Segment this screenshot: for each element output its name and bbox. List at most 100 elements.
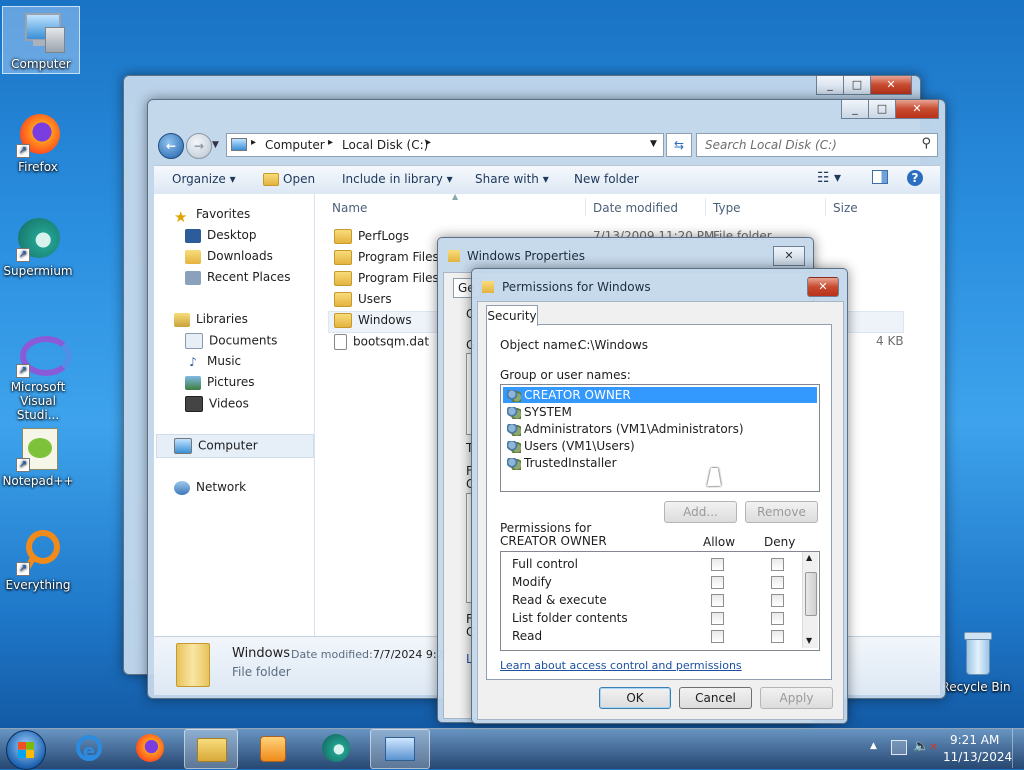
file-row[interactable]: PerfLogs <box>334 229 409 244</box>
close-button[interactable]: ✕ <box>870 76 912 95</box>
folder-icon <box>334 250 352 265</box>
column-separator <box>585 198 586 216</box>
apply-button[interactable]: Apply <box>760 687 833 709</box>
refresh-button[interactable]: ⇆ <box>666 133 692 157</box>
file-row[interactable]: Program Files <box>334 250 439 265</box>
column-header-date[interactable]: Date modified <box>593 201 678 215</box>
show-desktop-button[interactable] <box>1012 729 1024 768</box>
scroll-down-icon[interactable]: ▼ <box>806 636 812 645</box>
maximize-button[interactable]: □ <box>843 76 871 95</box>
desktop-icon-visual-studio[interactable]: ↗ Microsoft Visual Studi... <box>0 330 76 422</box>
new-folder-button[interactable]: New folder <box>574 172 639 186</box>
address-bar[interactable]: ▸ Computer ▸ Local Disk (C:) ▸ ▼ <box>226 133 664 157</box>
start-button[interactable] <box>6 730 46 770</box>
clock-time[interactable]: 9:21 AM <box>950 733 999 747</box>
tray-expand-icon[interactable]: ▲ <box>870 741 877 751</box>
breadcrumb-computer[interactable]: Computer <box>265 138 325 152</box>
nav-computer[interactable]: Computer <box>174 438 258 454</box>
address-dropdown-icon[interactable]: ▼ <box>650 139 657 149</box>
desktop-icon-supermium[interactable]: ↗ Supermium <box>0 214 76 278</box>
clock-date[interactable]: 11/13/2024 <box>943 750 1012 764</box>
permissions-scrollbar[interactable]: ▲ ▼ <box>802 552 818 648</box>
user-item[interactable]: Users (VM1\Users) <box>507 438 635 454</box>
nav-favorites[interactable]: ★ Favorites <box>174 207 250 226</box>
scroll-thumb[interactable] <box>805 572 817 616</box>
search-input[interactable]: Search Local Disk (C:) <box>705 138 837 152</box>
desktop-icon-label: Computer <box>11 57 71 71</box>
properties-close-button[interactable]: ✕ <box>773 246 805 266</box>
desktop-icon-recycle-bin[interactable]: Recycle Bin <box>938 630 1014 694</box>
desktop-icon-firefox[interactable]: ↗ Firefox <box>0 110 76 174</box>
minimize-button[interactable]: _ <box>841 100 869 119</box>
taskbar-ie[interactable]: e <box>64 729 116 767</box>
network-tray-icon[interactable] <box>891 740 907 755</box>
taskbar-control-panel[interactable] <box>370 729 430 769</box>
deny-checkbox[interactable] <box>771 576 784 589</box>
details-folder-icon <box>176 643 210 687</box>
share-with-button[interactable]: Share with ▾ <box>475 172 549 186</box>
organize-button[interactable]: Organize ▾ <box>172 172 236 186</box>
deny-checkbox[interactable] <box>771 558 784 571</box>
security-tab[interactable]: Security <box>486 305 538 326</box>
file-row-selected[interactable]: Windows <box>334 313 412 328</box>
nav-network[interactable]: Network <box>174 480 246 495</box>
learn-more-link[interactable]: Learn about access control and permissio… <box>500 659 742 672</box>
maximize-button[interactable]: □ <box>868 100 896 119</box>
nav-documents[interactable]: Documents <box>185 333 277 349</box>
user-item[interactable]: SYSTEM <box>507 404 572 420</box>
desktop-icon-notepadpp[interactable]: ↗ Notepad++ <box>0 424 76 488</box>
forward-button[interactable]: → <box>186 133 212 159</box>
cancel-button[interactable]: Cancel <box>679 687 752 709</box>
user-item[interactable]: Administrators (VM1\Administrators) <box>507 421 744 437</box>
taskbar-explorer[interactable] <box>184 729 238 769</box>
ok-button[interactable]: OK <box>599 687 671 709</box>
close-button[interactable]: ✕ <box>895 100 939 119</box>
desktop-icon-everything[interactable]: ↗ Everything <box>0 528 76 592</box>
add-button[interactable]: Add... <box>664 501 737 523</box>
minimize-button[interactable]: _ <box>816 76 844 95</box>
nav-videos[interactable]: Videos <box>185 396 249 412</box>
allow-checkbox[interactable] <box>711 594 724 607</box>
view-options-icon[interactable]: ☷ ▾ <box>817 170 841 186</box>
nav-downloads[interactable]: Downloads <box>185 249 273 264</box>
user-item-selected[interactable]: CREATOR OWNER <box>507 387 631 403</box>
nav-libraries[interactable]: Libraries <box>174 312 248 327</box>
column-header-type[interactable]: Type <box>713 201 741 215</box>
desktop-icon-computer[interactable]: Computer <box>2 6 80 74</box>
breadcrumb-local-disk[interactable]: Local Disk (C:) <box>342 138 428 152</box>
nav-pictures[interactable]: Pictures <box>185 375 255 390</box>
help-icon[interactable]: ? <box>907 170 923 186</box>
search-box[interactable]: Search Local Disk (C:) ⚲ <box>696 133 938 157</box>
recent-pages-dropdown[interactable]: ▼ <box>212 140 219 150</box>
column-header-name[interactable]: Name <box>332 201 367 215</box>
taskbar-firefox[interactable] <box>124 729 176 767</box>
computer-small-icon <box>231 138 247 151</box>
allow-checkbox[interactable] <box>711 576 724 589</box>
nav-desktop[interactable]: Desktop <box>185 228 257 243</box>
file-row[interactable]: Users <box>334 292 392 307</box>
folder-icon <box>334 292 352 307</box>
preview-pane-icon[interactable] <box>872 170 888 184</box>
nav-music[interactable]: ♪ Music <box>185 354 241 369</box>
file-row[interactable]: bootsqm.dat <box>334 334 429 350</box>
deny-checkbox[interactable] <box>771 630 784 643</box>
back-button[interactable]: ← <box>158 133 184 159</box>
permissions-close-button[interactable]: ✕ <box>807 277 839 297</box>
deny-checkbox[interactable] <box>771 612 784 625</box>
allow-checkbox[interactable] <box>711 612 724 625</box>
taskbar-supermium[interactable] <box>310 729 362 767</box>
folder-icon <box>334 229 352 244</box>
volume-muted-icon[interactable]: 🔈✕ <box>913 739 938 754</box>
allow-checkbox[interactable] <box>711 630 724 643</box>
include-in-library-button[interactable]: Include in library ▾ <box>342 172 453 186</box>
remove-button[interactable]: Remove <box>745 501 818 523</box>
users-listbox[interactable]: CREATOR OWNER SYSTEM Administrators (VM1… <box>500 384 820 492</box>
nav-recent-places[interactable]: Recent Places <box>185 270 290 285</box>
scroll-up-icon[interactable]: ▲ <box>806 553 812 562</box>
deny-checkbox[interactable] <box>771 594 784 607</box>
column-header-size[interactable]: Size <box>833 201 858 215</box>
taskbar-media-player[interactable] <box>246 729 298 767</box>
allow-checkbox[interactable] <box>711 558 724 571</box>
user-item[interactable]: TrustedInstaller <box>507 455 617 471</box>
open-button[interactable]: Open <box>263 172 315 186</box>
